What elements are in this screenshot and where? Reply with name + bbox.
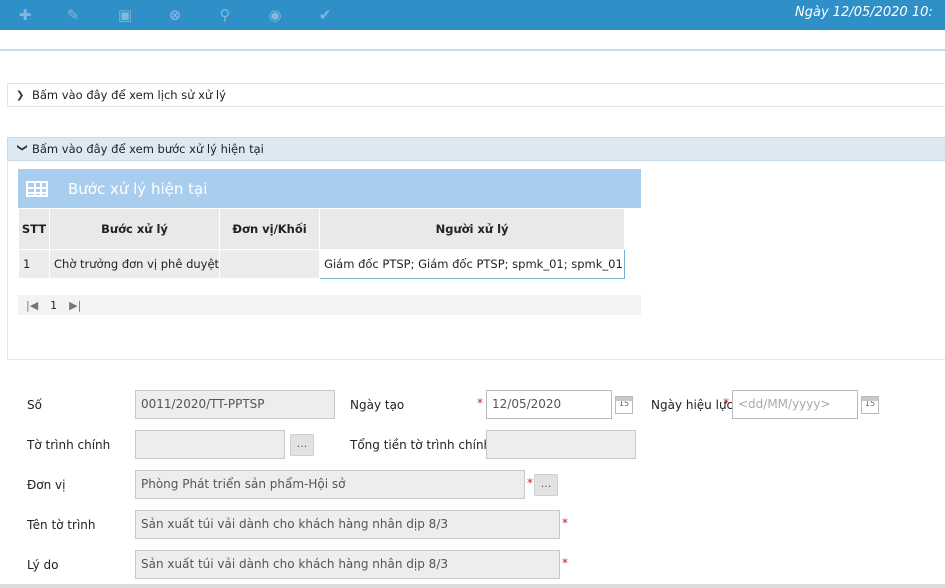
browse-button[interactable]: ... [290, 434, 314, 456]
grid-header-row: STT Bước xử lý Đơn vị/Khối Người xử lý [18, 208, 626, 250]
separator-line [0, 49, 945, 51]
current-step-panel-label: Bấm vào đây để xem bước xử lý hiện tại [32, 142, 264, 156]
ngay-hieu-luc-required: * [723, 396, 729, 410]
browse-button[interactable]: ... [534, 474, 558, 496]
history-panel-label: Bấm vào đây để xem lịch sử xử lý [32, 88, 226, 102]
grid-title-bar: Bước xử lý hiện tại [18, 169, 641, 208]
don-vi-required: * [527, 476, 533, 490]
tong-tien-label: Tổng tiền tờ trình chính [350, 438, 492, 452]
chevron-down-icon: ❯ [16, 143, 28, 152]
column-header-handler[interactable]: Người xử lý [319, 208, 626, 250]
cell-unit [219, 249, 321, 279]
column-header-unit[interactable]: Đơn vị/Khối [219, 208, 321, 250]
table-icon [26, 180, 48, 197]
calendar-icon[interactable]: 15 [615, 396, 633, 414]
ngay-tao-required: * [477, 396, 483, 410]
don-vi-field[interactable]: Phòng Phát triển sản phẩm-Hội sở [135, 470, 525, 499]
don-vi-label: Đơn vị [27, 478, 66, 492]
cell-step: Chờ trưởng đơn vị phê duyệt [48, 249, 221, 279]
ten-to-trinh-required: * [562, 516, 568, 530]
ten-to-trinh-label: Tên tờ trình [27, 518, 96, 532]
bottom-scrollbar[interactable] [0, 584, 945, 588]
cell-handler[interactable]: Giám đốc PTSP; Giám đốc PTSP; spmk_01; s… [319, 249, 626, 279]
last-page-icon[interactable]: ▶| [69, 299, 81, 312]
first-page-icon[interactable]: |◀ [26, 299, 38, 312]
ly-do-field[interactable]: Sản xuất túi vải dành cho khách hàng nhâ… [135, 550, 560, 579]
current-step-panel-header[interactable]: ❯ Bấm vào đây để xem bước xử lý hiện tại [7, 137, 945, 161]
view-icon[interactable]: ◉ [264, 6, 286, 24]
so-field[interactable]: 0011/2020/TT-PPTSP [135, 390, 335, 419]
tong-tien-field[interactable] [486, 430, 636, 459]
ly-do-required: * [562, 556, 568, 570]
top-toolbar: ✚ ✎ ▣ ⊗ ⚲ ◉ ✔ Ngày 12/05/2020 10: [0, 0, 945, 30]
ngay-hieu-luc-label: Ngày hiệu lực [651, 398, 734, 412]
chevron-right-icon: ❯ [16, 89, 25, 101]
history-panel-header[interactable]: ❯ Bấm vào đây để xem lịch sử xử lý [7, 83, 945, 107]
grid-pager: |◀ 1 ▶| [18, 295, 641, 315]
to-trinh-chinh-label: Tờ trình chính [27, 438, 111, 452]
plus-icon[interactable]: ✚ [16, 6, 34, 24]
search-icon[interactable]: ⚲ [216, 6, 234, 24]
column-header-step[interactable]: Bước xử lý [48, 208, 221, 250]
save-icon[interactable]: ▣ [116, 6, 134, 24]
cell-stt: 1 [18, 249, 50, 279]
ngay-hieu-luc-field[interactable]: <dd/MM/yyyy> [732, 390, 858, 419]
approve-icon[interactable]: ✔ [316, 6, 334, 24]
current-step-grid: STT Bước xử lý Đơn vị/Khối Người xử lý 1… [18, 208, 626, 279]
ngay-tao-field[interactable]: 12/05/2020 [486, 390, 612, 419]
so-label: Số [27, 398, 42, 412]
to-trinh-chinh-field[interactable] [135, 430, 285, 459]
grid-title: Bước xử lý hiện tại [68, 179, 208, 198]
ten-to-trinh-field[interactable]: Sản xuất túi vải dành cho khách hàng nhâ… [135, 510, 560, 539]
edit-icon[interactable]: ✎ [64, 6, 82, 24]
calendar-icon[interactable]: 15 [861, 396, 879, 414]
page-number[interactable]: 1 [50, 299, 57, 312]
current-date: Ngày 12/05/2020 10: [795, 5, 933, 20]
column-header-stt[interactable]: STT [18, 208, 50, 250]
table-row[interactable]: 1 Chờ trưởng đơn vị phê duyệt Giám đốc P… [18, 249, 626, 279]
ly-do-label: Lý do [27, 558, 59, 572]
cancel-icon[interactable]: ⊗ [166, 6, 184, 24]
ngay-tao-label: Ngày tạo [350, 398, 405, 412]
